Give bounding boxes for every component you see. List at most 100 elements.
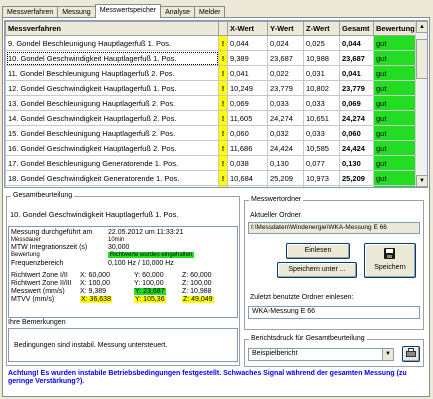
detail-label-date: Messung durchgeführt am xyxy=(11,229,93,236)
speichern-button[interactable]: Speichern xyxy=(364,243,416,278)
col-header-z[interactable]: Z-Wert xyxy=(303,21,340,36)
cell-flag: ! xyxy=(218,110,228,126)
cell-y: 0,130 xyxy=(267,155,304,171)
print-button[interactable] xyxy=(402,346,420,362)
cell-bewertung: gut xyxy=(373,35,418,51)
berichtsdruck-legend: Berichtsdruck für Gesamtbeurteilung xyxy=(249,335,367,342)
detail-value-duration: 10min xyxy=(108,237,125,243)
detail-label-messwert: Messwert (mm/s) xyxy=(11,288,65,295)
col-header-y[interactable]: Y-Wert xyxy=(267,21,304,36)
recent-folders-label: Zuletzt benutzte Ordner einlesen: xyxy=(250,294,354,301)
cell-messverfahren: 16. Gondel Geschwindigkeit Hauptlagerfuß… xyxy=(5,140,219,156)
cell-bewertung: gut xyxy=(373,155,418,171)
current-folder-label: Aktueller Ordner xyxy=(250,212,301,219)
detail-label-integration: MTW Integrationszeit (s) xyxy=(11,244,88,251)
cell-z: 0,076 xyxy=(303,185,340,187)
cell-bewertung: gut xyxy=(373,95,418,111)
cell-flag: ! xyxy=(218,95,228,111)
recent-folders-field[interactable]: WKA-Messung E 66 xyxy=(248,306,420,319)
table-scrollbar[interactable]: ▲ ▼ xyxy=(415,21,427,187)
report-select-value: Beispielbericht xyxy=(252,350,298,357)
cell-z: 10,973 xyxy=(303,170,340,186)
cell-gesamt: 0,041 xyxy=(339,65,374,81)
cell-flag: ! xyxy=(218,65,228,81)
detail-zone1-z: Z: 60,000 xyxy=(182,272,212,279)
cell-bewertung: gut xyxy=(373,110,418,126)
col-header-messverfahren[interactable]: Messverfahren xyxy=(5,21,219,36)
cell-gesamt: 23,779 xyxy=(339,80,374,96)
tab-messwertspeicher[interactable]: Messwertspeicher xyxy=(94,4,162,18)
cell-y: 0,032 xyxy=(267,125,304,141)
cell-messverfahren: 19. Gondel Beschleunigung Generatorende … xyxy=(5,185,219,187)
cell-bewertung: gut xyxy=(373,185,418,187)
detail-mtvv-y: Y: 105,36 xyxy=(134,296,166,303)
current-folder-path: I:\Messdaten\Windenergie\WKA-Messung E 6… xyxy=(251,224,387,231)
col-header-gesamt[interactable]: Gesamt xyxy=(339,21,374,36)
chevron-down-icon[interactable]: ▼ xyxy=(382,349,393,360)
col-header-x[interactable]: X-Wert xyxy=(227,21,268,36)
cell-bewertung: gut xyxy=(373,140,418,156)
cell-messverfahren: 9. Gondel Beschleunigung Hauptlagerfuß 1… xyxy=(5,35,219,51)
cell-y: 0,024 xyxy=(267,35,304,51)
detail-messwert-x: X: 9,389 xyxy=(80,288,107,295)
table-row[interactable]: 16. Gondel Geschwindigkeit Hauptlagerfuß… xyxy=(5,140,418,156)
cell-x: 0,041 xyxy=(227,65,268,81)
table-row[interactable]: 11. Gondel Beschleunigung Hauptlagerfuß … xyxy=(5,65,418,81)
cell-y: 0,120 xyxy=(267,185,304,187)
cell-x: 0,060 xyxy=(227,125,268,141)
cell-x: 0,044 xyxy=(227,35,268,51)
cell-messverfahren: 18. Gondel Geschwindigkeit Generatorende… xyxy=(5,170,219,186)
cell-y: 23,779 xyxy=(267,80,304,96)
cell-z: 10,802 xyxy=(303,80,340,96)
detail-zone2-x: X: 100,00 xyxy=(80,280,110,287)
table-row[interactable]: 18. Gondel Geschwindigkeit Generatorende… xyxy=(5,170,418,186)
detail-label-zone1: Richtwert Zone I/II xyxy=(11,272,68,279)
scroll-thumb[interactable] xyxy=(416,39,427,79)
cell-z: 10,585 xyxy=(303,140,340,156)
measurement-grid: Messverfahren X-Wert Y-Wert Z-Wert Gesam… xyxy=(5,21,418,187)
cell-flag: ! xyxy=(218,140,228,156)
cell-x: 0,038 xyxy=(227,155,268,171)
current-folder-field[interactable]: I:\Messdaten\Windenergie\WKA-Messung E 6… xyxy=(248,222,420,234)
einlesen-button[interactable]: Einlesen xyxy=(286,243,350,259)
report-select[interactable]: Beispielbericht ▼ xyxy=(248,348,394,361)
detail-messwert-z: Z: 10,988 xyxy=(182,288,212,295)
table-row[interactable]: 17. Gondel Beschleunigung Generatorende … xyxy=(5,155,418,171)
detail-value-bewertung: Richtwerte wurden eingehalten xyxy=(108,252,195,258)
cell-bewertung: gut xyxy=(373,170,418,186)
col-header-bewertung[interactable]: Bewertung xyxy=(373,21,418,36)
cell-messverfahren: 11. Gondel Beschleunigung Hauptlagerfuß … xyxy=(5,65,219,81)
table-header-row: Messverfahren X-Wert Y-Wert Z-Wert Gesam… xyxy=(5,21,418,36)
scroll-up-icon[interactable]: ▲ xyxy=(416,21,427,33)
printer-icon xyxy=(406,348,416,357)
cell-gesamt: 24,274 xyxy=(339,110,374,126)
detail-value-date: 22.05.2012 um 11:33:21 xyxy=(108,229,184,236)
cell-y: 0,022 xyxy=(267,65,304,81)
col-header-flag[interactable] xyxy=(218,21,228,36)
detail-zone1-y: Y: 60,000 xyxy=(134,272,164,279)
detail-value-frequency: 0,100 Hz / 10,000 Hz xyxy=(108,260,174,267)
table-row[interactable]: 10. Gondel Geschwindigkeit Hauptlagerfuß… xyxy=(5,50,418,66)
detail-zone2-z: Z: 100,00 xyxy=(182,280,212,287)
cell-z: 0,033 xyxy=(303,125,340,141)
cell-z: 0,031 xyxy=(303,65,340,81)
table-row[interactable]: 12. Gondel Geschwindigkeit Hauptlagerfuß… xyxy=(5,80,418,96)
speichern-unter-button[interactable]: Speichern unter ... xyxy=(277,262,357,278)
detail-label-bewertung: Bewertung xyxy=(11,252,40,258)
cell-y: 24,274 xyxy=(267,110,304,126)
cell-z: 0,077 xyxy=(303,155,340,171)
cell-flag: ! xyxy=(218,170,228,186)
warning-message: Achtung! Es wurden instabile Betriebsbed… xyxy=(8,370,407,385)
table-row[interactable]: 14. Gondel Geschwindigkeit Hauptlagerfuß… xyxy=(5,110,418,126)
table-row[interactable]: 15. Gondel Beschleunigung Hauptlagerfuß … xyxy=(5,125,418,141)
cell-x: 9,389 xyxy=(227,50,268,66)
cell-gesamt: 0,069 xyxy=(339,95,374,111)
table-row[interactable]: 19. Gondel Beschleunigung Generatorende … xyxy=(5,185,418,187)
cell-y: 25,209 xyxy=(267,170,304,186)
scroll-down-icon[interactable]: ▼ xyxy=(416,175,427,187)
cell-bewertung: gut xyxy=(373,80,418,96)
cell-gesamt: 0,130 xyxy=(339,155,374,171)
table-row[interactable]: 13. Gondel Beschleunigung Hauptlagerfuß … xyxy=(5,95,418,111)
detail-value-integration: 30,000 xyxy=(108,244,130,251)
table-row[interactable]: 9. Gondel Beschleunigung Hauptlagerfuß 1… xyxy=(5,35,418,51)
